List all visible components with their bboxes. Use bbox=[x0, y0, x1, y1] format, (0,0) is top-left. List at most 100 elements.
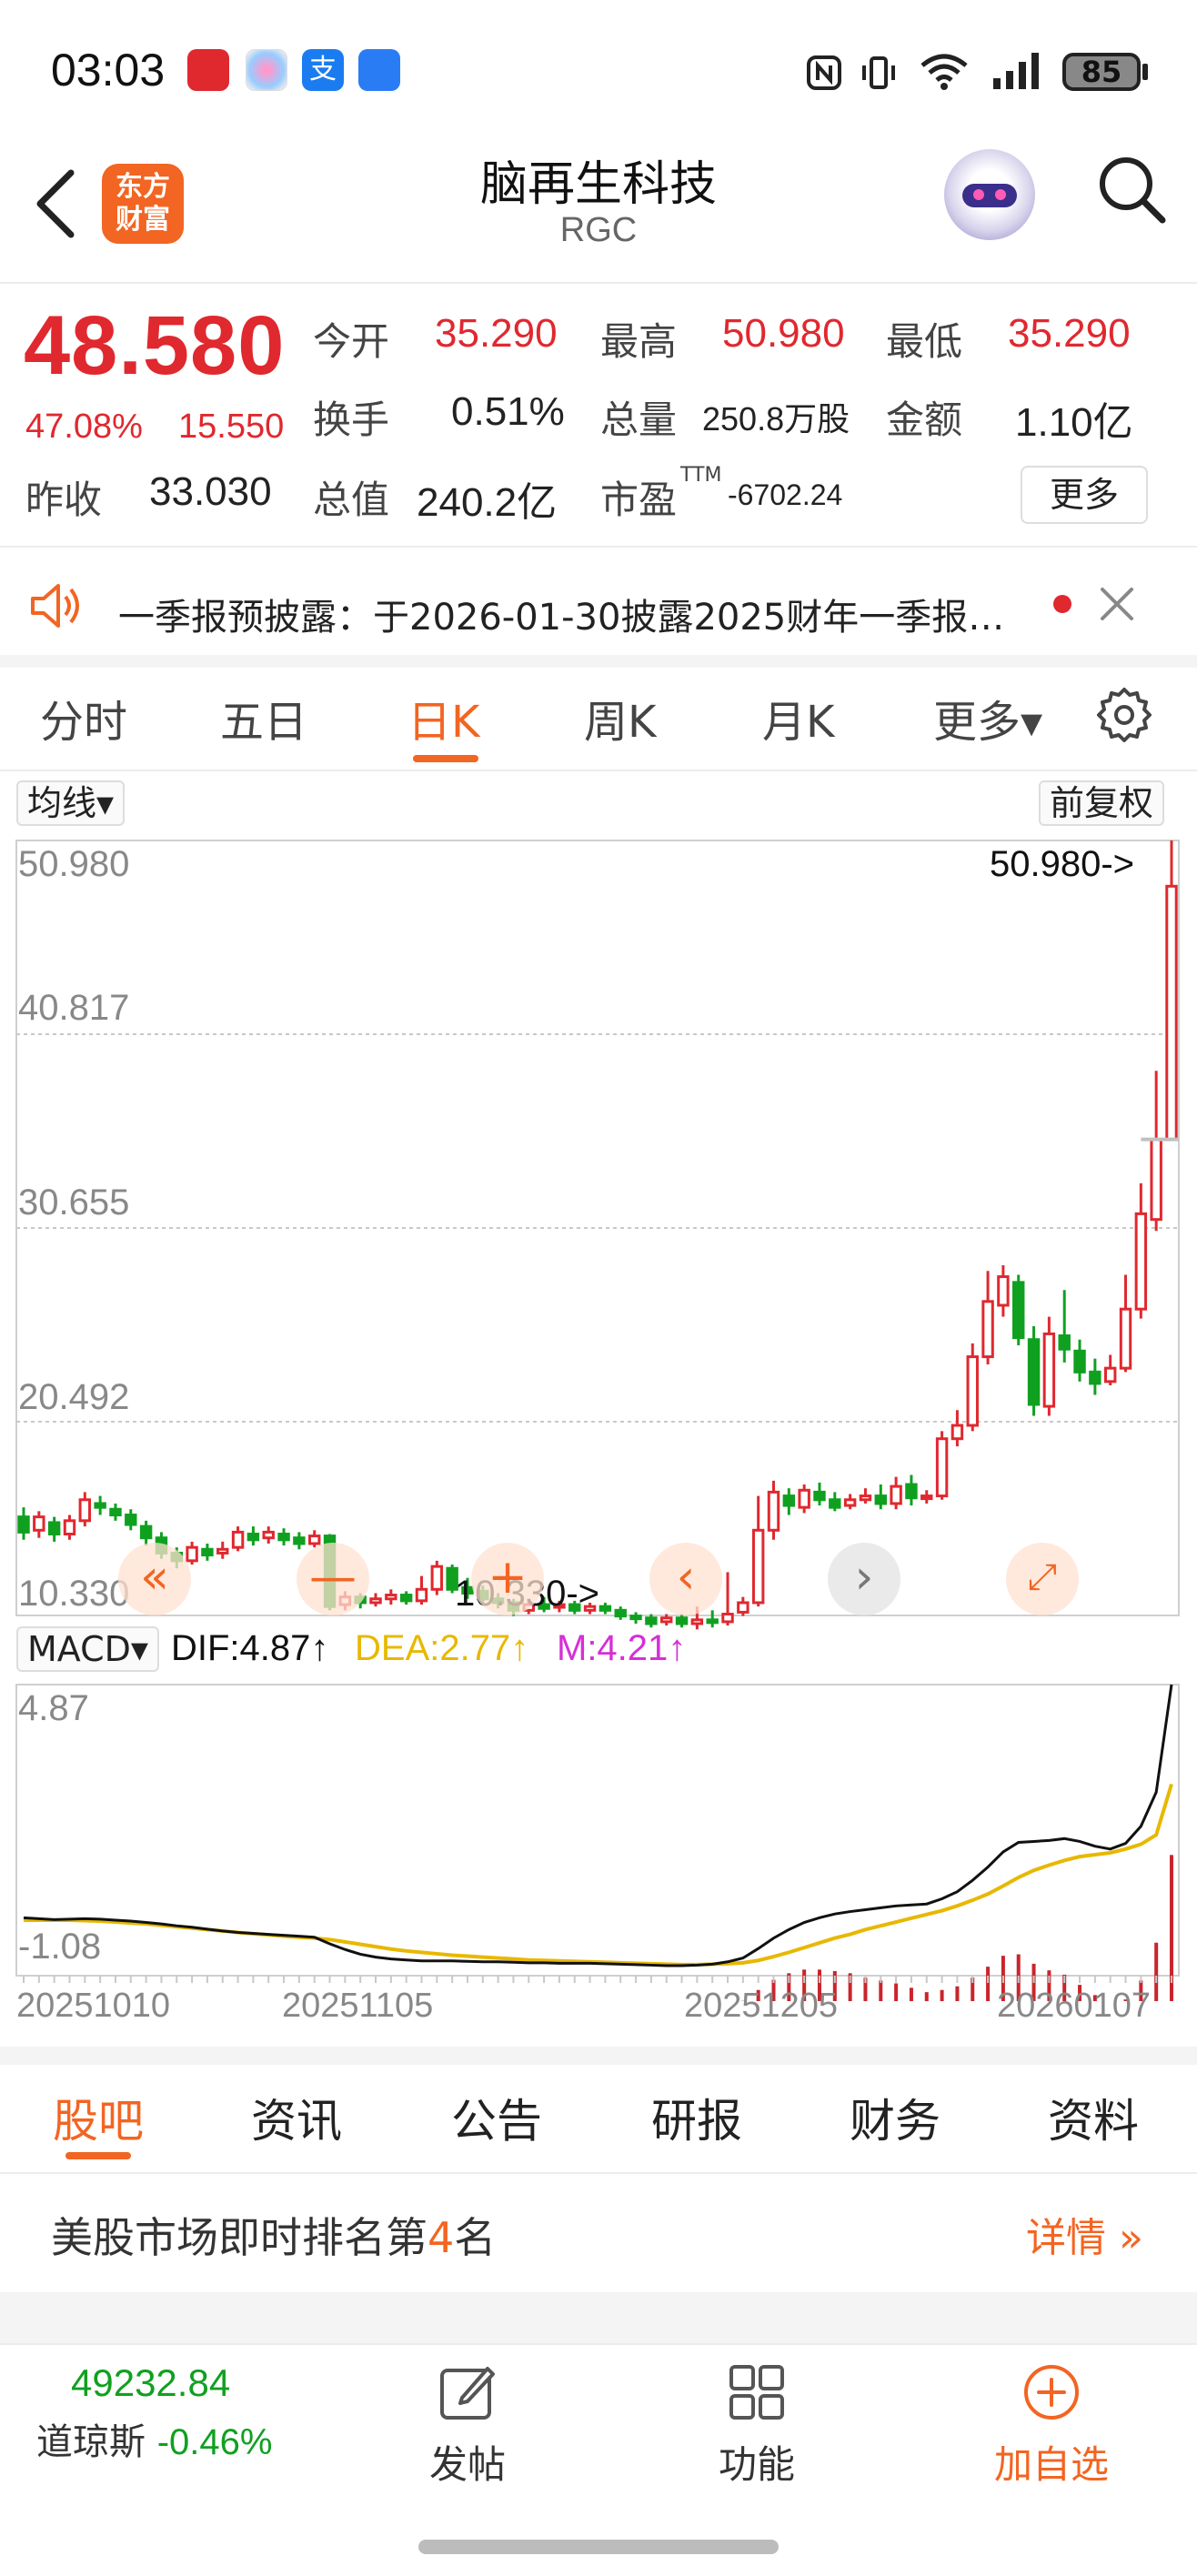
scroll-right-icon[interactable]: › bbox=[828, 1543, 900, 1615]
candle-body bbox=[216, 1547, 229, 1555]
candle-body bbox=[813, 1490, 826, 1502]
macd-dea-line bbox=[24, 1783, 1173, 1967]
y-axis-label: 10.330 bbox=[18, 1574, 130, 1614]
candle-body bbox=[981, 1300, 994, 1359]
candle-body bbox=[1089, 1370, 1101, 1385]
home-indicator[interactable] bbox=[418, 2540, 779, 2554]
candle-body bbox=[782, 1494, 796, 1507]
macd-histogram-bar bbox=[1154, 1942, 1159, 2001]
zoom-out-icon[interactable]: — bbox=[297, 1543, 369, 1615]
candle-body bbox=[660, 1616, 673, 1624]
zoom-in-icon[interactable]: + bbox=[471, 1543, 544, 1615]
macd-histogram-bar bbox=[894, 1983, 899, 2001]
index-change: -0.46% bbox=[156, 2422, 273, 2462]
add-watchlist-button[interactable]: 加自选 bbox=[979, 2361, 1124, 2490]
candle-body bbox=[1150, 1138, 1162, 1222]
candle-body bbox=[415, 1587, 428, 1603]
macd-frame bbox=[15, 1684, 1180, 1977]
chart-frame bbox=[15, 840, 1180, 1616]
grid-apps-icon bbox=[729, 2365, 784, 2420]
date-axis-label: 20260107 bbox=[997, 1987, 1152, 2025]
candle-body bbox=[430, 1565, 444, 1591]
section-divider bbox=[0, 2292, 1197, 2343]
candle-body bbox=[369, 1597, 382, 1605]
macd-chart[interactable] bbox=[0, 1637, 1197, 2001]
candle-body bbox=[935, 1437, 949, 1498]
tab-research[interactable]: 研报 bbox=[651, 2085, 742, 2150]
candle-body bbox=[94, 1502, 106, 1509]
section-divider bbox=[0, 2047, 1197, 2065]
post-button[interactable]: 发帖 bbox=[404, 2361, 531, 2490]
macd-histogram-bar bbox=[940, 1989, 944, 2001]
fullscreen-icon[interactable]: ⤢ bbox=[1006, 1543, 1079, 1615]
add-circle-icon bbox=[1024, 2365, 1079, 2420]
candle-body bbox=[201, 1547, 214, 1557]
candle-body bbox=[1027, 1338, 1041, 1406]
y-axis-label: 30.655 bbox=[18, 1182, 130, 1223]
candle-body bbox=[1073, 1349, 1086, 1374]
candle-body bbox=[859, 1494, 872, 1502]
macd-histogram-bar bbox=[924, 1992, 929, 2001]
candle-body bbox=[1103, 1366, 1117, 1384]
candle-body bbox=[614, 1608, 627, 1618]
candle-body bbox=[675, 1616, 689, 1625]
rank-details-link[interactable]: 详情 » bbox=[1026, 2205, 1143, 2263]
functions-button[interactable]: 功能 bbox=[693, 2361, 820, 2490]
tab-guba[interactable]: 股吧 bbox=[53, 2085, 144, 2150]
date-axis-label: 20251010 bbox=[16, 1987, 171, 2025]
candle-body bbox=[843, 1498, 857, 1507]
candle-body bbox=[920, 1494, 933, 1501]
tab-profile[interactable]: 资料 bbox=[1048, 2085, 1139, 2150]
candle-body bbox=[721, 1613, 734, 1624]
date-axis-label: 20251205 bbox=[684, 1987, 839, 2025]
macd-histogram-bar bbox=[879, 1980, 883, 2001]
candle-body bbox=[829, 1498, 841, 1509]
index-value: 49232.84 bbox=[71, 2361, 231, 2404]
y-axis-label: 50.980 bbox=[18, 844, 130, 884]
candlestick-chart[interactable] bbox=[0, 0, 1197, 1637]
candle-body bbox=[905, 1483, 918, 1500]
candle-body bbox=[33, 1515, 45, 1532]
candle-body bbox=[293, 1536, 306, 1545]
macd-y-top-label: 4.87 bbox=[18, 1688, 89, 1728]
candle-body bbox=[78, 1498, 92, 1523]
candle-body bbox=[737, 1601, 749, 1614]
candle-body bbox=[307, 1535, 321, 1545]
candle-body bbox=[17, 1515, 30, 1534]
candle-body bbox=[109, 1507, 122, 1517]
candle-body bbox=[598, 1605, 612, 1612]
index-ticker[interactable]: 49232.84 道琼斯 -0.46% bbox=[36, 2361, 309, 2465]
market-rank-text: 美股市场即时排名第4名 bbox=[51, 2213, 497, 2262]
scroll-left-icon[interactable]: « bbox=[118, 1543, 191, 1615]
scroll-left-single-icon[interactable]: ‹ bbox=[649, 1543, 722, 1615]
candle-body bbox=[399, 1594, 413, 1603]
tab-financials[interactable]: 财务 bbox=[850, 2085, 940, 2150]
macd-histogram-bar bbox=[986, 1967, 991, 2001]
y-axis-label: 20.492 bbox=[18, 1377, 130, 1417]
index-name: 道琼斯 bbox=[36, 2421, 146, 2463]
candle-body bbox=[186, 1545, 198, 1563]
candle-body bbox=[231, 1530, 245, 1549]
macd-dif-line bbox=[23, 1684, 1173, 1967]
candle-body bbox=[767, 1490, 780, 1532]
macd-histogram-bar bbox=[909, 1987, 913, 2001]
candle-body bbox=[47, 1521, 61, 1536]
macd-histogram-bar bbox=[955, 1986, 960, 2001]
candle-body bbox=[690, 1618, 704, 1625]
candle-body bbox=[1042, 1332, 1056, 1408]
candle-body bbox=[1165, 884, 1178, 1142]
max-price-marker: 50.980-> bbox=[990, 844, 1135, 884]
rank-number: 4 bbox=[428, 2213, 455, 2262]
edit-post-icon bbox=[440, 2367, 495, 2420]
tab-announcements[interactable]: 公告 bbox=[451, 2085, 542, 2150]
candle-body bbox=[997, 1275, 1010, 1307]
tab-news[interactable]: 资讯 bbox=[251, 2085, 342, 2150]
candle-body bbox=[890, 1484, 902, 1505]
candle-body bbox=[1012, 1281, 1025, 1340]
divider bbox=[0, 2172, 1197, 2174]
divider bbox=[0, 2343, 1197, 2345]
candle-body bbox=[385, 1594, 397, 1601]
date-axis-label: 20251105 bbox=[282, 1987, 434, 2025]
candle-body bbox=[63, 1519, 76, 1536]
candle-body bbox=[139, 1524, 153, 1540]
